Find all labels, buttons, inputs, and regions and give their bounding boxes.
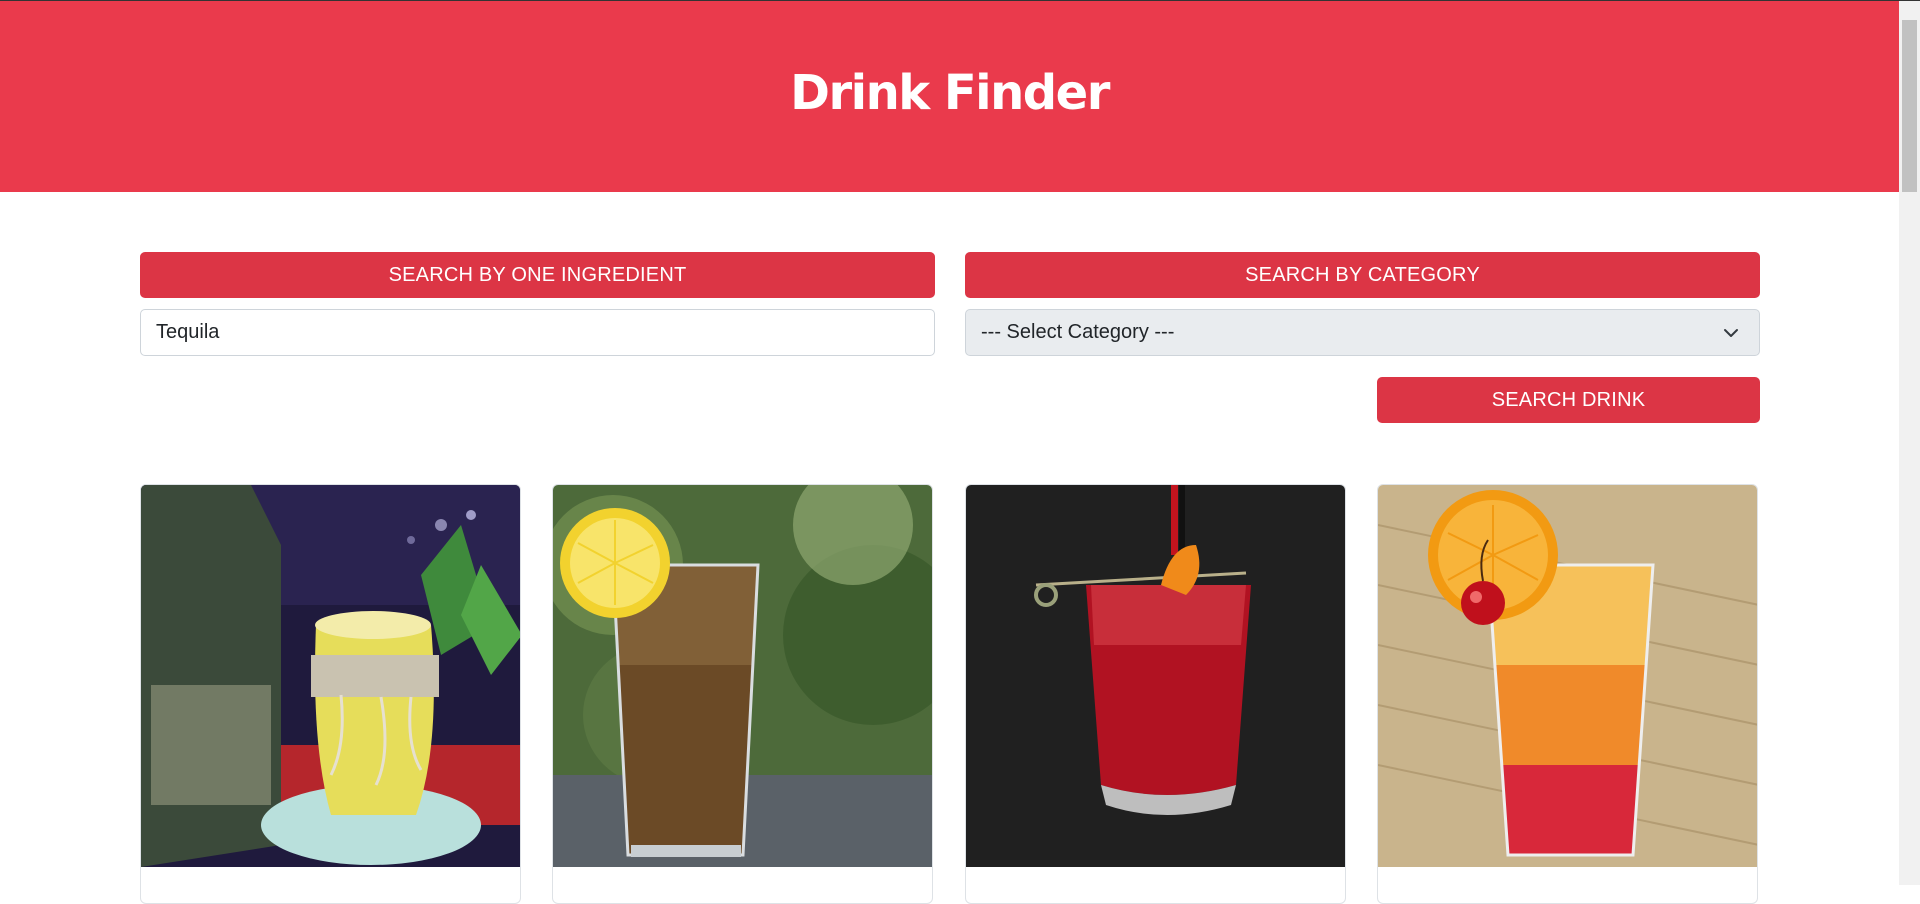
category-select-value: --- Select Category --- <box>981 321 1175 343</box>
search-drink-button[interactable]: Search drink <box>1377 377 1760 423</box>
chevron-down-icon <box>1724 329 1738 337</box>
drink-image <box>966 485 1345 867</box>
drink-image <box>1378 485 1757 867</box>
drink-image <box>553 485 932 867</box>
category-select[interactable]: --- Select Category --- <box>965 309 1760 356</box>
vertical-scrollbar-thumb[interactable] <box>1902 20 1917 192</box>
drink-card[interactable] <box>552 484 933 904</box>
page-header: Drink Finder <box>0 1 1899 192</box>
drink-card[interactable] <box>1377 484 1758 904</box>
page-title: Drink Finder <box>790 64 1110 121</box>
drink-card[interactable] <box>965 484 1346 904</box>
search-by-ingredient-button[interactable]: Search by one ingredient <box>140 252 935 298</box>
drink-image <box>141 485 520 867</box>
search-by-category-button[interactable]: Search by category <box>965 252 1760 298</box>
drink-card[interactable] <box>140 484 521 904</box>
ingredient-input[interactable] <box>140 309 935 356</box>
